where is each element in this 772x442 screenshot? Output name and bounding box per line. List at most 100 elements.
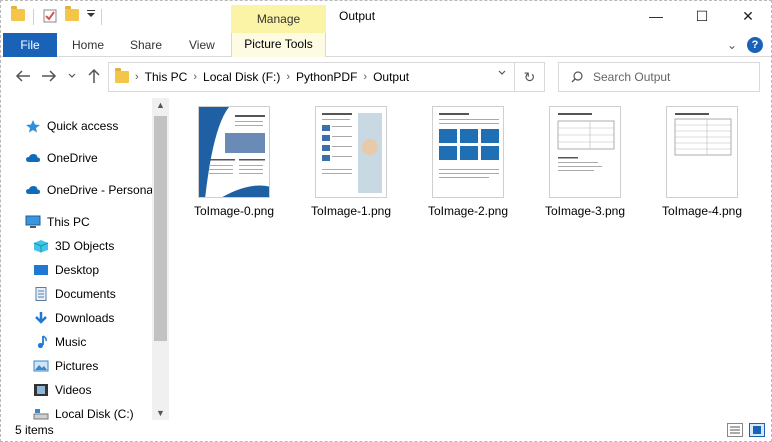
- divider: [33, 9, 34, 25]
- search-input[interactable]: Search Output: [593, 70, 670, 84]
- up-icon[interactable]: [87, 68, 101, 84]
- file-name: ToImage-1.png: [310, 204, 392, 218]
- nav-item-label: Downloads: [55, 311, 115, 325]
- help-icon[interactable]: ?: [747, 37, 763, 53]
- title-bar: Manage Output — ☐ ✕: [1, 1, 771, 33]
- new-folder-icon[interactable]: [65, 6, 79, 21]
- chevron-right-icon: ›: [363, 71, 368, 83]
- file-item[interactable]: ToImage-1.png: [296, 106, 406, 218]
- nav-item-label: OneDrive: [47, 151, 98, 165]
- nav-item-documents[interactable]: Documents: [33, 283, 116, 305]
- breadcrumb-output[interactable]: Output: [373, 70, 409, 84]
- back-icon[interactable]: [15, 69, 31, 83]
- file-item[interactable]: ToImage-3.png: [530, 106, 640, 218]
- nav-item-downloads[interactable]: Downloads: [33, 307, 114, 329]
- large-icons-view-icon[interactable]: [749, 423, 765, 437]
- cloud-icon: [26, 154, 40, 162]
- file-thumbnail: [315, 106, 387, 198]
- nav-item-label: This PC: [47, 215, 90, 229]
- address-bar[interactable]: › This PC › Local Disk (F:) › PythonPDF …: [108, 62, 545, 92]
- tab-share[interactable]: Share: [130, 33, 162, 57]
- chevron-right-icon: ›: [286, 71, 291, 83]
- file-name: ToImage-3.png: [544, 204, 626, 218]
- item-count: 5 items: [15, 423, 54, 437]
- file-item[interactable]: ToImage-2.png: [413, 106, 523, 218]
- drive-icon: [33, 409, 49, 420]
- scrollbar-thumb[interactable]: [154, 116, 167, 341]
- tab-file[interactable]: File: [3, 33, 57, 57]
- tab-picture-tools[interactable]: Picture Tools: [231, 33, 326, 57]
- chevron-right-icon: ›: [135, 71, 139, 83]
- minimize-button[interactable]: —: [633, 1, 679, 33]
- recent-locations-icon[interactable]: [68, 73, 76, 79]
- nav-item-this-pc[interactable]: This PC: [25, 211, 90, 233]
- star-icon: [26, 120, 40, 133]
- folder-icon[interactable]: [11, 6, 25, 21]
- nav-item-label: Quick access: [47, 119, 119, 133]
- breadcrumb-local-disk[interactable]: Local Disk (F:): [203, 70, 280, 84]
- navigation-bar: › This PC › Local Disk (F:) › PythonPDF …: [1, 58, 771, 96]
- nav-item-label: Desktop: [55, 263, 100, 277]
- file-thumbnail: [666, 106, 738, 198]
- nav-item-onedrive-personal[interactable]: OneDrive - Personal: [25, 179, 156, 201]
- documents-icon: [35, 287, 47, 301]
- nav-item-pictures[interactable]: Pictures: [33, 355, 98, 377]
- nav-item-label: Local Disk (C:): [55, 407, 134, 421]
- cube-icon: [33, 240, 49, 253]
- close-button[interactable]: ✕: [725, 1, 771, 33]
- tab-home[interactable]: Home: [72, 33, 104, 57]
- folder-icon: [115, 68, 129, 83]
- nav-item-label: 3D Objects: [55, 239, 115, 253]
- pictures-icon: [33, 360, 49, 372]
- nav-item-label: Pictures: [55, 359, 99, 373]
- music-icon: [37, 335, 47, 349]
- file-name: ToImage-0.png: [193, 204, 275, 218]
- nav-item-3d-objects[interactable]: 3D Objects: [33, 235, 114, 257]
- expand-ribbon-icon[interactable]: ⌄: [727, 38, 737, 52]
- file-thumbnail: [432, 106, 504, 198]
- file-name: ToImage-2.png: [427, 204, 509, 218]
- nav-item-quick-access[interactable]: Quick access: [25, 115, 118, 137]
- nav-item-onedrive[interactable]: OneDrive: [25, 147, 98, 169]
- divider: [101, 9, 102, 25]
- pc-icon: [25, 215, 41, 228]
- download-icon: [35, 312, 47, 324]
- desktop-icon: [34, 265, 48, 275]
- nav-item-label: Documents: [55, 287, 116, 301]
- scroll-up-icon[interactable]: ▲: [152, 100, 169, 110]
- refresh-button[interactable]: ↻: [514, 63, 544, 91]
- nav-scrollbar[interactable]: ▲ ▼: [152, 98, 169, 420]
- status-bar: 5 items: [1, 421, 771, 441]
- details-view-icon[interactable]: [727, 423, 743, 437]
- navigation-pane: Quick access OneDrive OneDrive - Persona…: [1, 96, 169, 421]
- forward-icon[interactable]: [41, 69, 57, 83]
- cloud-icon: [26, 186, 40, 194]
- search-box[interactable]: Search Output: [558, 62, 760, 92]
- scroll-down-icon[interactable]: ▼: [152, 408, 169, 418]
- search-icon: [571, 71, 583, 83]
- nav-item-label: OneDrive - Personal: [47, 183, 156, 197]
- properties-icon[interactable]: [43, 9, 57, 23]
- breadcrumb-this-pc[interactable]: This PC: [145, 70, 188, 84]
- file-name: ToImage-4.png: [661, 204, 743, 218]
- nav-item-label: Music: [55, 335, 87, 349]
- nav-item-desktop[interactable]: Desktop: [33, 259, 99, 281]
- manage-tab[interactable]: Manage: [231, 5, 326, 33]
- file-list: ToImage-0.png ToImage-1.png ToImage-2.pn…: [173, 98, 771, 420]
- file-item[interactable]: ToImage-4.png: [647, 106, 757, 218]
- file-item[interactable]: ToImage-0.png: [179, 106, 289, 218]
- file-thumbnail: [549, 106, 621, 198]
- chevron-right-icon: ›: [193, 71, 198, 83]
- tab-view[interactable]: View: [189, 33, 215, 57]
- nav-item-videos[interactable]: Videos: [33, 379, 91, 401]
- nav-item-music[interactable]: Music: [33, 331, 86, 353]
- nav-item-label: Videos: [55, 383, 92, 397]
- file-thumbnail: [198, 106, 270, 198]
- maximize-button[interactable]: ☐: [679, 1, 725, 33]
- chevron-down-icon[interactable]: [498, 70, 506, 76]
- ribbon-tabs: File Home Share View Picture Tools ⌄ ?: [1, 33, 771, 57]
- explorer-window: Manage Output — ☐ ✕ File Home Share View…: [0, 0, 772, 442]
- breadcrumb-pythonpdf[interactable]: PythonPDF: [296, 70, 357, 84]
- window-title: Output: [339, 9, 376, 23]
- customize-toolbar-icon[interactable]: [87, 9, 95, 19]
